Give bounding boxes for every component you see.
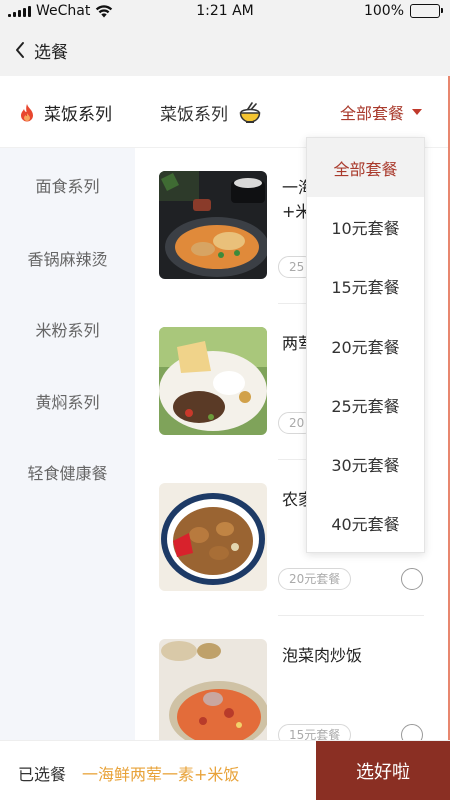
rice-bowl-icon (239, 101, 261, 123)
battery-icon (410, 4, 443, 18)
select-radio[interactable] (401, 724, 423, 740)
sidebar-item-label: 黄焖系列 (35, 392, 100, 412)
page-title: 选餐 (34, 42, 68, 63)
package-filter-dropdown: 全部套餐 10元套餐 15元套餐 20元套餐 25元套餐 30元套餐 40元套餐 (306, 137, 425, 553)
sidebar-item-noodles[interactable]: 面食系列 (0, 148, 135, 222)
dish-image (159, 639, 267, 740)
current-category: 菜饭系列 (160, 100, 262, 125)
nav-bar: 选餐 (0, 24, 450, 76)
sidebar-item-label: 香锅麻辣烫 (27, 249, 108, 269)
status-bar: WeChat 1:21 AM 100% (0, 0, 450, 24)
package-filter-button[interactable]: 全部套餐 (340, 100, 423, 124)
fire-icon (21, 103, 33, 121)
selected-meal: 一海鲜两荤一素+米饭 (82, 765, 240, 784)
filter-label: 全部套餐 (340, 104, 405, 123)
status-right: 100% (363, 3, 443, 19)
dropdown-option-all[interactable]: 全部套餐 (307, 138, 424, 198)
battery-percent: 100% (363, 3, 404, 19)
dropdown-option-10[interactable]: 10元套餐 (307, 197, 424, 256)
back-button[interactable]: 选餐 (14, 38, 68, 63)
price-tag: 15元套餐 (278, 724, 352, 740)
sidebar-item-label: 面食系列 (35, 177, 100, 196)
dropdown-option-30[interactable]: 30元套餐 (307, 434, 424, 493)
active-category-tab[interactable]: 菜饭系列 (18, 100, 112, 125)
dish-image (159, 171, 267, 279)
bottom-bar: 已选餐 一海鲜两荤一素+米饭 选好啦 (0, 740, 450, 800)
select-radio[interactable] (401, 568, 423, 590)
confirm-button[interactable]: 选好啦 (316, 741, 450, 800)
selected-label: 已选餐 (18, 765, 67, 784)
active-category-label: 菜饭系列 (44, 105, 112, 125)
category-sidebar: 面食系列 香锅麻辣烫 米粉系列 黄焖系列 轻食健康餐 (0, 148, 135, 740)
dropdown-option-15[interactable]: 15元套餐 (307, 257, 424, 316)
sidebar-item-spicy-pot[interactable]: 香锅麻辣烫 (0, 222, 135, 294)
chevron-left-icon (14, 40, 28, 60)
sidebar-item-braised[interactable]: 黄焖系列 (0, 365, 135, 437)
sidebar-item-light-meal[interactable]: 轻食健康餐 (0, 437, 135, 509)
sidebar-item-label: 轻食健康餐 (27, 464, 108, 484)
sidebar-item-label: 米粉系列 (35, 321, 100, 341)
dish-name: 泡菜肉炒饭 (282, 646, 363, 665)
dish-image (159, 483, 267, 591)
current-category-label: 菜饭系列 (160, 105, 228, 125)
price-tag: 20元套餐 (278, 568, 352, 590)
dish-image (159, 327, 267, 435)
list-item[interactable]: 泡菜肉炒饭 15元套餐 (135, 616, 448, 740)
dropdown-option-40[interactable]: 40元套餐 (307, 494, 424, 553)
caret-down-icon (412, 109, 423, 115)
dropdown-option-20[interactable]: 20元套餐 (307, 316, 424, 375)
dropdown-option-25[interactable]: 25元套餐 (307, 375, 424, 434)
sidebar-item-rice-noodles[interactable]: 米粉系列 (0, 294, 135, 366)
